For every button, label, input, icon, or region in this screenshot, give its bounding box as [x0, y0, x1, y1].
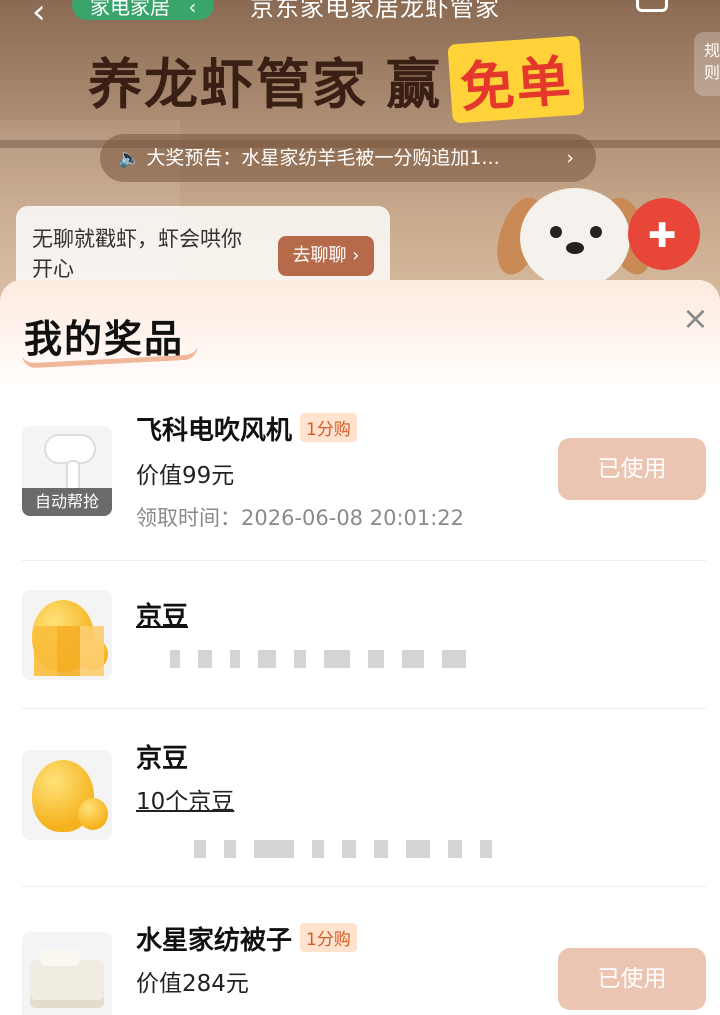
speaker-icon: 🔈 — [118, 148, 141, 169]
headline-free-badge: 免单 — [447, 35, 585, 124]
prize-name-text: 飞科电吹风机 — [136, 416, 293, 446]
chevron-left-icon: ‹ — [188, 0, 197, 19]
prize-claim-time: 领取时间：2026-06-08 20:01:22 — [136, 502, 464, 532]
prize-name-text: 京豆 — [136, 744, 189, 774]
notice-text: 大奖预告：水星家纺羊毛被一分购追加1... — [146, 147, 500, 169]
back-icon[interactable]: ‹ — [32, 0, 46, 32]
prize-name-text: 水星家纺被子 — [136, 926, 293, 956]
jingdou-icon — [22, 590, 112, 680]
lobster-mascot-icon[interactable]: ✚ — [628, 198, 700, 270]
page-title: 京东家电家居龙虾管家 — [250, 0, 500, 22]
chevron-right-icon: › — [566, 147, 574, 169]
headline-win: 赢 — [386, 53, 442, 116]
category-pill[interactable]: 家电家居 ‹ — [72, 0, 215, 20]
divider — [22, 560, 706, 561]
quilt-icon — [22, 932, 112, 1015]
redacted-details — [194, 840, 492, 858]
auto-grab-tag: 自动帮抢 — [22, 488, 112, 516]
prize-name-text: 京豆 — [136, 602, 189, 632]
chat-button[interactable]: 去聊聊 › — [278, 236, 374, 276]
headline-main: 养龙虾管家 — [88, 53, 368, 116]
claim-time-value: 2026-06-08 20:01:22 — [241, 506, 465, 530]
jingdou-icon — [22, 750, 112, 840]
prize-name: 水星家纺被子 1分购 — [136, 920, 357, 957]
redacted-details — [170, 650, 466, 668]
share-icon[interactable] — [636, 0, 668, 12]
prize-badge: 1分购 — [300, 413, 357, 442]
prize-notice-bar[interactable]: 🔈 大奖预告：水星家纺羊毛被一分购追加1... › — [100, 134, 596, 182]
prize-value-text: 10个京豆 — [136, 789, 235, 815]
chat-text: 无聊就戳虾，虾会哄你开心 — [32, 227, 242, 281]
used-button[interactable]: 已使用 — [558, 438, 706, 500]
divider — [22, 886, 706, 887]
prize-name: 京豆 — [136, 596, 188, 633]
my-prizes-sheet: 我的奖品 × 自动帮抢 飞科电吹风机 1分购 价值99元 领取时间：2026-06… — [0, 280, 720, 1015]
promo-headline: 养龙虾管家赢免单 — [88, 35, 585, 124]
prize-value: 价值284元 — [136, 971, 249, 997]
prize-value: 价值99元 — [136, 463, 235, 489]
prize-name: 飞科电吹风机 1分购 — [136, 410, 357, 447]
hair-dryer-icon: 自动帮抢 — [22, 426, 112, 516]
chat-card: 无聊就戳虾，虾会哄你开心 去聊聊 › — [16, 206, 390, 290]
used-button[interactable]: 已使用 — [558, 948, 706, 1010]
nav-bar: ‹ 家电家居 ‹ 京东家电家居龙虾管家 — [0, 0, 720, 32]
divider — [22, 708, 706, 709]
prize-badge: 1分购 — [300, 923, 357, 952]
close-icon[interactable]: × — [682, 302, 709, 334]
claim-time-label: 领取时间： — [136, 506, 241, 530]
prize-name: 京豆 — [136, 738, 188, 775]
puppy-mascot-icon — [488, 178, 660, 288]
rules-side-tab[interactable]: 规则 — [694, 32, 720, 96]
category-label: 家电家居 — [90, 0, 170, 19]
prize-value: 10个京豆 — [136, 782, 234, 816]
